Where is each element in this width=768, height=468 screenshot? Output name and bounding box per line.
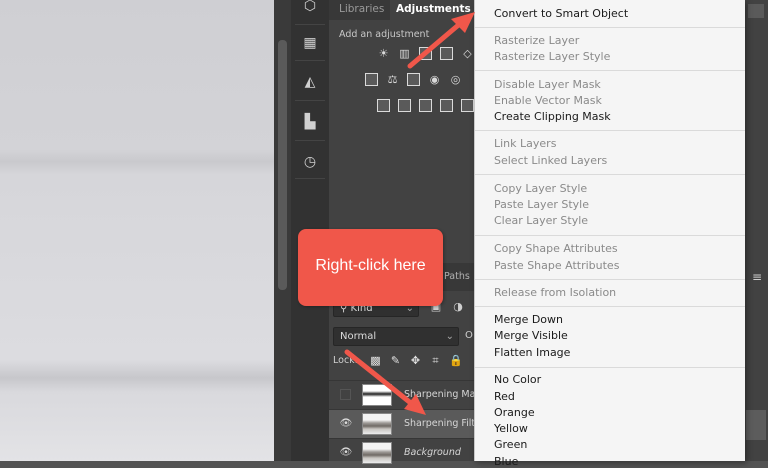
lock-label: Lock: — [333, 355, 358, 366]
clone-source-icon[interactable]: ▙ — [300, 112, 320, 132]
adjustments-title: Add an adjustment — [339, 29, 430, 40]
menu-item-orange[interactable]: Orange — [494, 406, 535, 419]
levels-icon[interactable]: ▥ — [398, 47, 411, 60]
menu-item-select-linked-layers[interactable]: Select Linked Layers — [494, 154, 607, 167]
layer-name: Background — [404, 447, 461, 458]
layer-row-sharpening-filter[interactable]: 👁 Sharpening Filte — [329, 409, 481, 438]
opacity-label-partial: O — [465, 330, 473, 341]
brightness-icon[interactable]: ☀ — [377, 47, 390, 60]
callout-box: Right-click here — [298, 229, 443, 306]
adjustment-filter-icon[interactable]: ◑ — [451, 300, 465, 314]
layer-context-menu: Convert to Smart Object Rasterize Layer … — [474, 0, 745, 468]
hue-saturation-icon[interactable] — [365, 73, 378, 86]
menu-item-clear-layer-style[interactable]: Clear Layer Style — [494, 214, 588, 227]
menu-item-flatten-image[interactable]: Flatten Image — [494, 346, 570, 359]
panel-edge-strip: ≡ — [744, 0, 768, 461]
curves-icon[interactable] — [419, 47, 432, 60]
lock-transparency-icon[interactable]: ▩ — [369, 354, 382, 367]
artboard-icon[interactable]: ⌗ — [429, 354, 442, 367]
menu-item-enable-vector-mask[interactable]: Enable Vector Mask — [494, 94, 602, 107]
layer-thumbnail — [362, 384, 392, 406]
chevron-down-icon: ⌄ — [445, 331, 454, 342]
exposure-icon[interactable] — [440, 47, 453, 60]
gradient-map-icon[interactable] — [440, 99, 453, 112]
layer-name: Sharpening Mas — [404, 389, 481, 400]
panel-header-edge — [748, 4, 764, 18]
lock-position-icon[interactable]: ✥ — [409, 354, 422, 367]
lock-brush-icon[interactable]: ✎ — [389, 354, 402, 367]
menu-item-merge-down[interactable]: Merge Down — [494, 313, 563, 326]
selective-color-icon[interactable] — [461, 99, 474, 112]
eye-icon[interactable]: 👁 — [338, 418, 354, 430]
image-canvas[interactable] — [0, 0, 274, 461]
menu-item-merge-visible[interactable]: Merge Visible — [494, 329, 568, 342]
menu-item-create-clipping-mask[interactable]: Create Clipping Mask — [494, 110, 611, 123]
layer-name: Sharpening Filte — [404, 418, 482, 429]
menu-item-blue[interactable]: Blue — [494, 455, 518, 468]
menu-item-red[interactable]: Red — [494, 390, 515, 403]
layer-thumbnail — [362, 413, 392, 435]
tab-libraries[interactable]: Libraries — [333, 0, 390, 20]
menu-item-copy-layer-style[interactable]: Copy Layer Style — [494, 182, 587, 195]
menu-item-yellow[interactable]: Yellow — [494, 422, 528, 435]
menu-item-link-layers[interactable]: Link Layers — [494, 137, 556, 150]
menu-item-green[interactable]: Green — [494, 438, 527, 451]
cube-icon[interactable]: ⬡ — [300, 0, 320, 16]
menu-item-convert-smart-object[interactable]: Convert to Smart Object — [494, 7, 628, 20]
grid-icon[interactable]: ▦ — [300, 33, 320, 53]
layer-row-sharpening-mask[interactable]: Sharpening Mas — [329, 380, 480, 409]
channel-mixer-icon[interactable]: ◎ — [449, 73, 462, 86]
black-white-icon[interactable] — [407, 73, 420, 86]
menu-item-rasterize-layer-style[interactable]: Rasterize Layer Style — [494, 50, 610, 63]
brush-settings-icon[interactable]: ◭ — [300, 72, 320, 92]
canvas-scrollbar[interactable] — [274, 0, 291, 461]
invert-icon[interactable] — [377, 99, 390, 112]
menu-item-disable-layer-mask[interactable]: Disable Layer Mask — [494, 78, 601, 91]
menu-item-paste-layer-style[interactable]: Paste Layer Style — [494, 198, 589, 211]
threshold-icon[interactable] — [419, 99, 432, 112]
blend-mode-select[interactable]: Normal ⌄ — [333, 327, 459, 346]
color-balance-icon[interactable]: ⚖ — [386, 73, 399, 86]
menu-item-paste-shape-attributes[interactable]: Paste Shape Attributes — [494, 259, 619, 272]
tab-paths[interactable]: Paths — [444, 271, 470, 282]
scrollbar-thumb[interactable] — [278, 40, 287, 290]
menu-item-release-from-isolation[interactable]: Release from Isolation — [494, 286, 616, 299]
menu-item-copy-shape-attributes[interactable]: Copy Shape Attributes — [494, 242, 618, 255]
blend-mode-label: Normal — [340, 331, 377, 342]
layer-row-background[interactable]: 👁 Background — [329, 438, 474, 467]
layers-scrollbar-thumb[interactable] — [746, 410, 766, 440]
menu-item-rasterize-layer[interactable]: Rasterize Layer — [494, 34, 579, 47]
panel-tabs: Libraries Adjustments — [329, 0, 477, 20]
photo-filter-icon[interactable]: ◉ — [428, 73, 441, 86]
lock-all-icon[interactable]: 🔒 — [449, 354, 463, 367]
visibility-toggle[interactable] — [340, 389, 351, 400]
posterize-icon[interactable] — [398, 99, 411, 112]
vibrance-icon[interactable]: ◇ — [461, 47, 474, 60]
history-icon[interactable]: ◷ — [300, 152, 320, 172]
callout-text: Right-click here — [315, 257, 426, 274]
tab-adjustments[interactable]: Adjustments — [390, 0, 477, 20]
panel-menu-icon[interactable]: ≡ — [752, 270, 762, 284]
eye-icon[interactable]: 👁 — [338, 447, 354, 459]
menu-item-no-color[interactable]: No Color — [494, 373, 541, 386]
